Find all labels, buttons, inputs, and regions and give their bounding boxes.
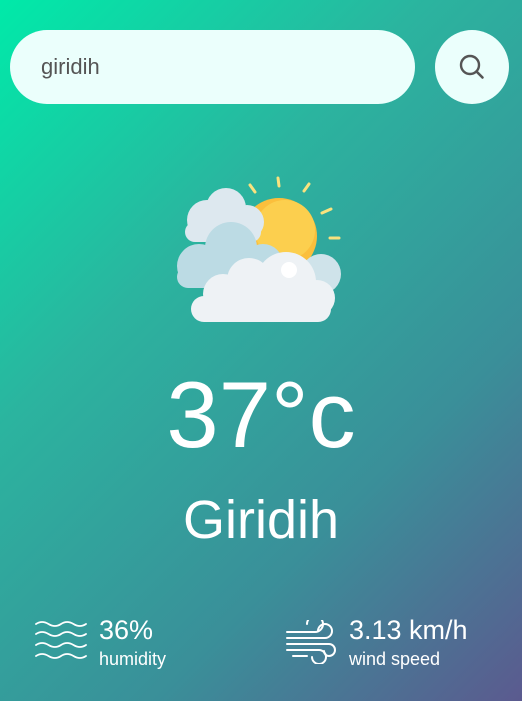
search-button[interactable] (435, 30, 509, 104)
partly-cloudy-icon (177, 176, 341, 322)
humidity-waves-icon (35, 621, 87, 659)
humidity-section: 36% humidity (35, 612, 166, 670)
weather-card: 37°c Giridih 36% humidity (0, 0, 522, 701)
search-icon (459, 54, 484, 79)
wind-section: 3.13 km/h wind speed (285, 612, 468, 670)
wind-label: wind speed (349, 649, 441, 669)
wind-icon (286, 620, 336, 664)
city-name: Giridih (182, 490, 340, 550)
temperature: 37°c (166, 362, 356, 467)
humidity-label: humidity (99, 649, 167, 669)
wind-value: 3.13 km/h (349, 615, 468, 645)
search-input[interactable] (10, 30, 415, 104)
humidity-value: 36% (99, 615, 154, 645)
search-bar (10, 30, 510, 104)
